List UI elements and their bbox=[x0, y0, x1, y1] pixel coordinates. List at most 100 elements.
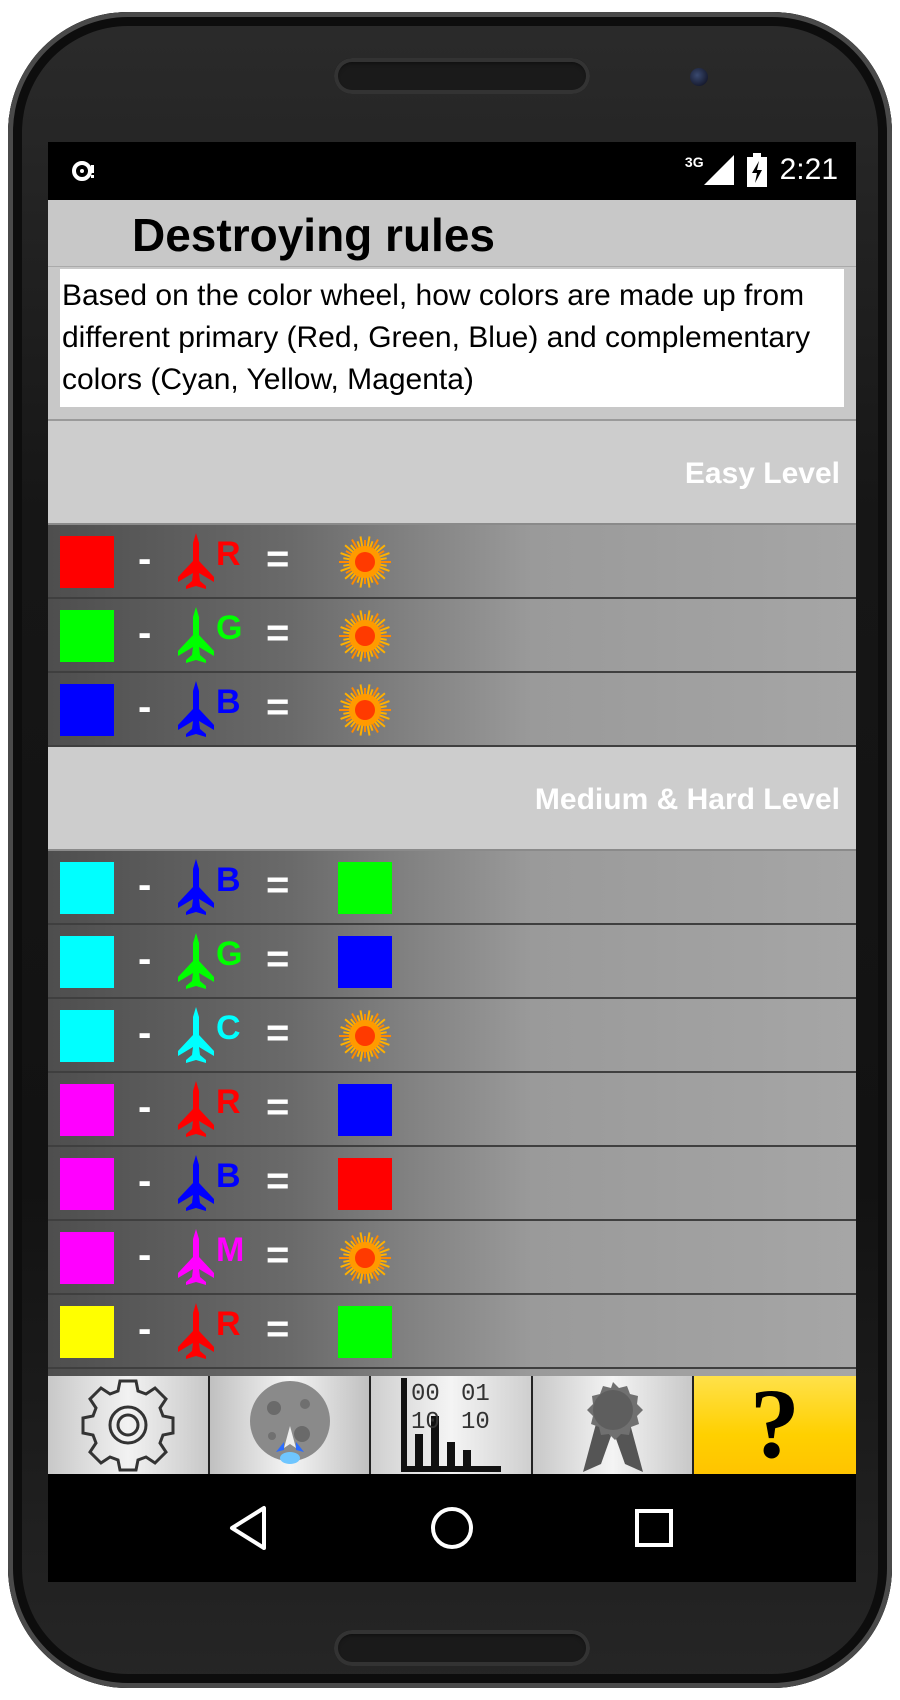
ribbon-badge-icon bbox=[582, 1382, 643, 1472]
battery-icon bbox=[746, 153, 767, 187]
section-medium-hard-level: Medium & Hard Level bbox=[48, 747, 856, 851]
rule-row: - B = bbox=[48, 851, 856, 925]
highscores-button[interactable]: 00 01 10 10 bbox=[371, 1376, 533, 1474]
clock: 2:21 bbox=[779, 153, 838, 186]
equals-sign: = bbox=[266, 685, 290, 729]
minus-sign: - bbox=[138, 537, 152, 581]
moon-rocket-icon bbox=[249, 1381, 330, 1464]
binary-text-4: 10 bbox=[461, 1409, 490, 1436]
system-navigation-bar bbox=[48, 1474, 856, 1582]
rule-row: - R = bbox=[48, 1295, 856, 1369]
source-color-swatch bbox=[60, 536, 114, 588]
play-button[interactable] bbox=[209, 1376, 372, 1474]
minus-sign: - bbox=[138, 685, 152, 729]
rule-row: - R = bbox=[48, 525, 856, 599]
medium-rules-list: -B=-G=-C=-R=-B=-M=-R=-G= bbox=[48, 851, 856, 1376]
equals-sign: = bbox=[266, 863, 290, 907]
rule-row: - R = bbox=[48, 1073, 856, 1147]
plane-letter: C bbox=[216, 1009, 241, 1047]
rule-row: -G= bbox=[48, 1369, 856, 1376]
source-color-swatch bbox=[60, 1306, 114, 1358]
plane-icon bbox=[178, 1229, 214, 1285]
rules-scroll-area[interactable]: Destroying rules Based on the color whee… bbox=[48, 200, 856, 1376]
gear-icon bbox=[81, 1379, 175, 1472]
equals-sign: = bbox=[266, 611, 290, 655]
status-bar: 3G 2:21 bbox=[48, 142, 856, 200]
title-bar: Destroying rules bbox=[48, 200, 856, 267]
plane-icon bbox=[178, 859, 214, 915]
source-color-swatch bbox=[60, 1158, 114, 1210]
minus-sign: - bbox=[138, 937, 152, 981]
minus-sign: - bbox=[138, 1085, 152, 1129]
awards-button[interactable] bbox=[532, 1376, 695, 1474]
source-color-swatch bbox=[60, 1084, 114, 1136]
equals-sign: = bbox=[266, 1233, 290, 1277]
binary-text-2: 01 bbox=[461, 1381, 490, 1408]
source-color-swatch bbox=[60, 1010, 114, 1062]
front-camera bbox=[690, 68, 708, 86]
plane-letter: R bbox=[216, 1083, 241, 1121]
plane-icon bbox=[178, 533, 214, 589]
signal-icon bbox=[703, 155, 734, 185]
explosion-icon bbox=[339, 1010, 391, 1062]
plane-letter: M bbox=[216, 1231, 245, 1269]
rule-row: - B = bbox=[48, 1147, 856, 1221]
plane-letter: G bbox=[216, 935, 243, 973]
equals-sign: = bbox=[266, 1085, 290, 1129]
plane-icon bbox=[178, 1155, 214, 1211]
minus-sign: - bbox=[138, 863, 152, 907]
binary-text-1: 00 bbox=[411, 1381, 440, 1408]
rule-row: - B = bbox=[48, 673, 856, 747]
minus-sign: - bbox=[138, 611, 152, 655]
source-color-swatch bbox=[60, 862, 114, 914]
rule-row: - G = bbox=[48, 599, 856, 673]
result-color-swatch bbox=[338, 1158, 392, 1210]
explosion-icon bbox=[339, 610, 391, 662]
plane-icon bbox=[178, 607, 214, 663]
source-color-swatch bbox=[60, 684, 114, 736]
page-title: Destroying rules bbox=[132, 209, 495, 261]
plane-letter: G bbox=[216, 609, 243, 647]
binary-text-3: 10 bbox=[411, 1409, 440, 1436]
plane-icon bbox=[178, 681, 214, 737]
plane-letter: B bbox=[216, 1157, 241, 1195]
rule-row: - G = bbox=[48, 925, 856, 999]
top-speaker bbox=[334, 58, 590, 94]
back-triangle-icon[interactable] bbox=[224, 1502, 276, 1554]
network-type: 3G bbox=[684, 154, 704, 170]
plane-letter: R bbox=[216, 1305, 241, 1343]
equals-sign: = bbox=[266, 537, 290, 581]
plane-icon bbox=[178, 933, 214, 989]
section-label: Medium & Hard Level bbox=[534, 783, 840, 816]
bottom-toolbar: 00 01 10 10 ? bbox=[48, 1376, 856, 1474]
home-circle-icon[interactable] bbox=[426, 1502, 478, 1554]
explosion-icon bbox=[339, 684, 391, 736]
section-label: Easy Level bbox=[684, 457, 840, 490]
equals-sign: = bbox=[266, 1159, 290, 1203]
recents-square-icon[interactable] bbox=[628, 1502, 680, 1554]
plane-letter: B bbox=[216, 861, 241, 899]
rule-row: - C = bbox=[48, 999, 856, 1073]
screen: 3G 2:21 Destroying rules Based on the co… bbox=[48, 142, 856, 1582]
plane-icon bbox=[178, 1303, 214, 1359]
question-icon: ? bbox=[749, 1376, 800, 1474]
source-color-swatch bbox=[60, 610, 114, 662]
section-easy-level: Easy Level bbox=[48, 421, 856, 525]
equals-sign: = bbox=[266, 937, 290, 981]
explosion-icon bbox=[339, 536, 391, 588]
equals-sign: = bbox=[266, 1011, 290, 1055]
easy-rules-list: - R = - G = - B = bbox=[48, 525, 856, 747]
plane-letter: B bbox=[216, 683, 241, 721]
result-color-swatch bbox=[338, 1084, 392, 1136]
minus-sign: - bbox=[138, 1011, 152, 1055]
description-panel: Based on the color wheel, how colors are… bbox=[48, 267, 856, 421]
binary-chart-icon: 00 01 10 10 bbox=[401, 1378, 502, 1472]
source-color-swatch bbox=[60, 936, 114, 988]
source-color-swatch bbox=[60, 1232, 114, 1284]
minus-sign: - bbox=[138, 1307, 152, 1351]
minus-sign: - bbox=[138, 1233, 152, 1277]
settings-button[interactable] bbox=[48, 1376, 210, 1474]
help-button[interactable]: ? bbox=[694, 1376, 856, 1474]
plane-icon bbox=[178, 1081, 214, 1137]
result-color-swatch bbox=[338, 1306, 392, 1358]
